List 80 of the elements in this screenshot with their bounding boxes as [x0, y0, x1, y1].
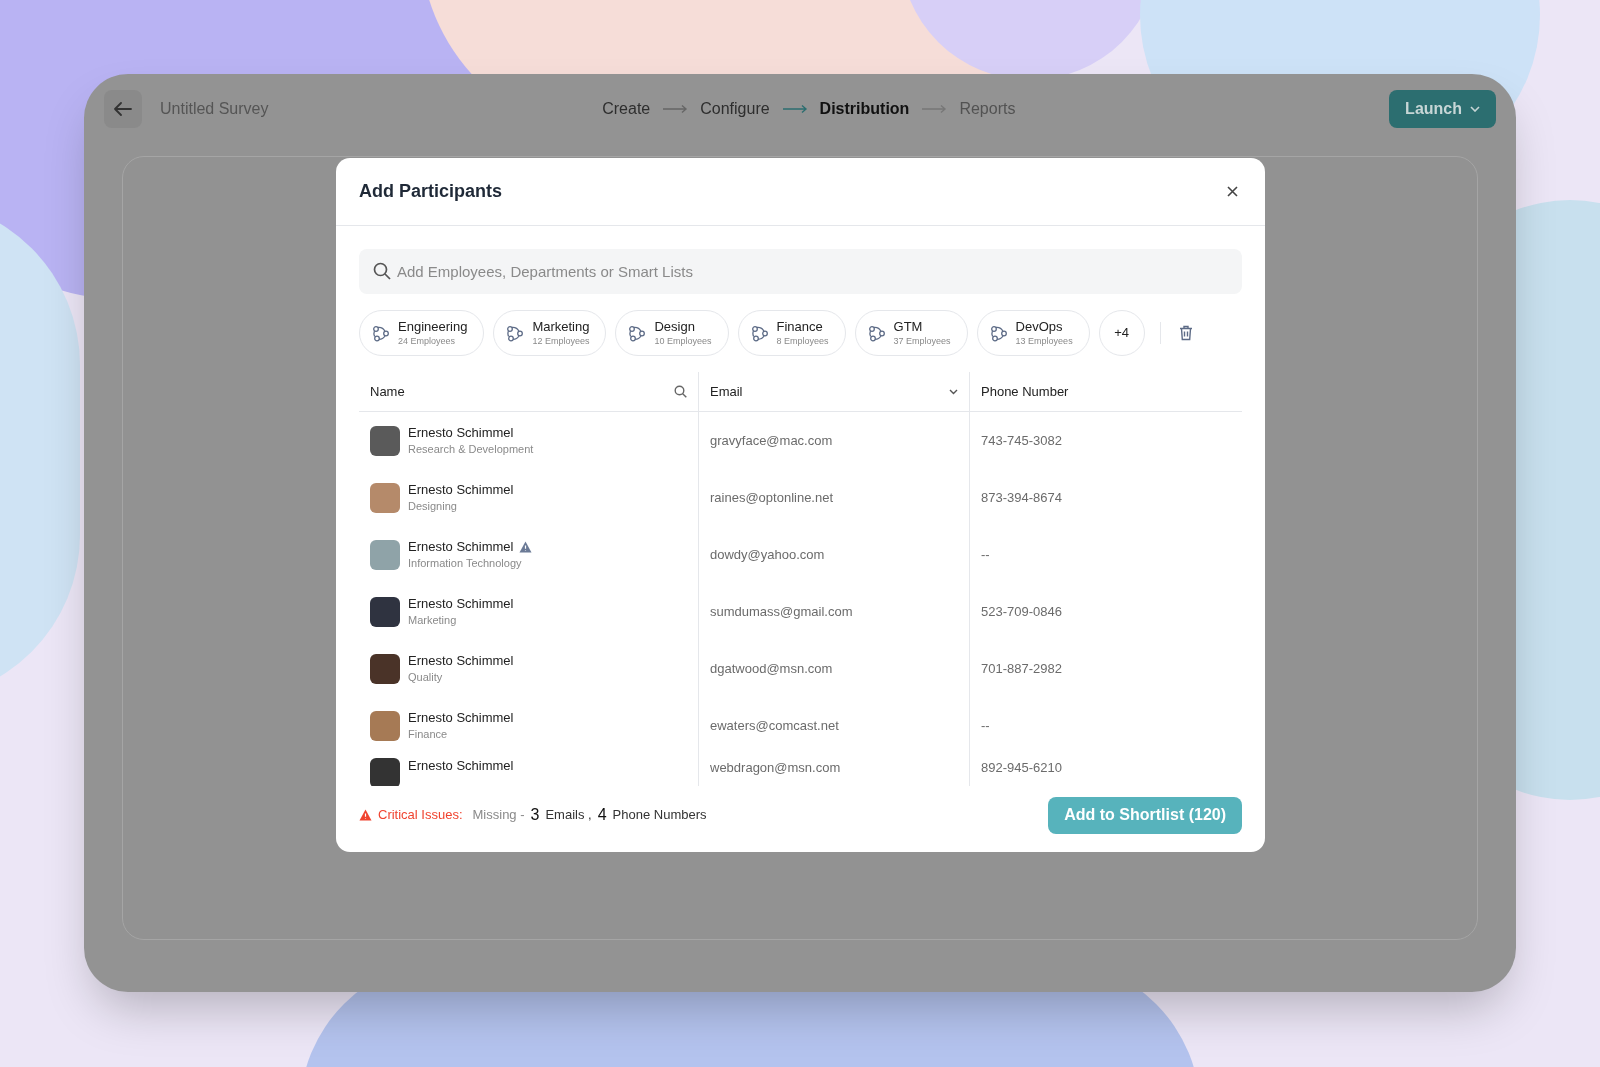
survey-title: Untitled Survey — [160, 99, 269, 119]
trash-icon — [1178, 325, 1193, 341]
photo-placeholder — [370, 539, 400, 570]
person-name: Ernesto Schimmel — [408, 758, 514, 775]
department-label: Designing — [408, 499, 458, 514]
email-text: raines@optonline.net — [710, 488, 834, 507]
caret-icon — [1470, 106, 1480, 112]
warning-icon — [359, 809, 372, 821]
person-name: Ernesto Schimmel — [408, 424, 514, 441]
photo-placeholder — [370, 653, 400, 684]
email-text: sumdumass@gmail.com — [710, 602, 853, 621]
chip-name: Design — [654, 319, 695, 336]
department-label: Marketing — [408, 613, 458, 628]
phone-text: 892-945-6210 — [981, 759, 1062, 777]
chip-count: 10 Employees — [654, 335, 712, 347]
phone-count: 4 — [597, 805, 607, 825]
department-label: Information Technology — [408, 556, 523, 571]
search-field[interactable]: Add Employees, Departments or Smart Lists — [359, 249, 1242, 294]
arrow-icon — [921, 104, 948, 114]
launch-button[interactable]: Launch — [1389, 90, 1496, 128]
email-text: ewaters@comcast.net — [710, 716, 839, 735]
phone-text: 743-745-3082 — [981, 431, 1062, 450]
column-header[interactable]: Phone Number — [981, 381, 1069, 402]
email-text: dowdy@yahoo.com — [710, 545, 825, 564]
person-name: Ernesto Schimmel — [408, 538, 514, 555]
connected-nodes-icon — [372, 324, 390, 342]
photo-placeholder — [370, 425, 400, 456]
arrow-icon — [781, 104, 808, 114]
connected-nodes-icon — [989, 324, 1008, 342]
phone-text: -- — [981, 545, 990, 564]
person-name: Ernesto Schimmel — [408, 481, 514, 498]
connected-nodes-icon — [628, 324, 647, 342]
column-header[interactable]: Email — [710, 381, 743, 402]
email-text: dgatwood@msn.com — [710, 659, 833, 678]
chip-count: 24 Employees — [398, 335, 456, 347]
back-arrow-icon — [114, 102, 132, 116]
emails-label: Emails , — [545, 806, 592, 825]
connected-nodes-icon — [750, 324, 769, 342]
step-tab[interactable]: Distribution — [819, 97, 910, 121]
modal-title: Add Participants — [359, 180, 503, 203]
chip-count: 37 Employees — [893, 335, 951, 347]
phone-text: 873-394-8674 — [981, 488, 1062, 507]
chip-name: GTM — [893, 319, 923, 336]
email-count: 3 — [530, 805, 540, 825]
chip-count: 8 Employees — [776, 335, 829, 347]
step-tab[interactable]: Configure — [700, 97, 770, 121]
chip-name: Engineering — [398, 319, 468, 336]
phone-numbers-label: Phone Numbers — [612, 806, 707, 825]
column-header[interactable]: Name — [370, 381, 405, 402]
person-name: Ernesto Schimmel — [408, 652, 514, 669]
chip-name: Marketing — [532, 319, 590, 336]
photo-placeholder — [370, 758, 400, 786]
search-icon — [373, 262, 391, 280]
missing-label: Missing - — [472, 806, 525, 825]
back-button[interactable] — [104, 90, 142, 128]
email-text: webdragon@msn.com — [710, 759, 841, 777]
phone-text: 523-709-0846 — [981, 602, 1062, 621]
person-name: Ernesto Schimmel — [408, 709, 514, 726]
search-icon[interactable] — [674, 385, 687, 398]
chip-name: DevOps — [1015, 319, 1063, 336]
connected-nodes-icon — [867, 324, 886, 342]
photo-placeholder — [370, 710, 400, 741]
caret-icon[interactable] — [949, 388, 958, 395]
chip-count: 13 Employees — [1015, 335, 1073, 347]
email-text: gravyface@mac.com — [710, 431, 833, 450]
critical-issues-label: Critical Issues: — [378, 806, 463, 825]
connected-nodes-icon — [506, 324, 525, 342]
close-icon — [1226, 186, 1238, 197]
department-label: Research & Development — [408, 442, 534, 457]
phone-text: -- — [981, 716, 990, 735]
arrow-icon — [662, 104, 689, 114]
person-name: Ernesto Schimmel — [408, 595, 514, 612]
step-tab[interactable]: Create — [602, 97, 651, 121]
chip-name: Finance — [776, 319, 823, 336]
phone-text: 701-887-2982 — [981, 659, 1062, 678]
photo-placeholder — [370, 596, 400, 627]
chip-count: 12 Employees — [532, 335, 590, 347]
photo-placeholder — [370, 482, 400, 513]
department-label: Quality — [408, 670, 444, 685]
department-label: Finance — [408, 727, 449, 742]
